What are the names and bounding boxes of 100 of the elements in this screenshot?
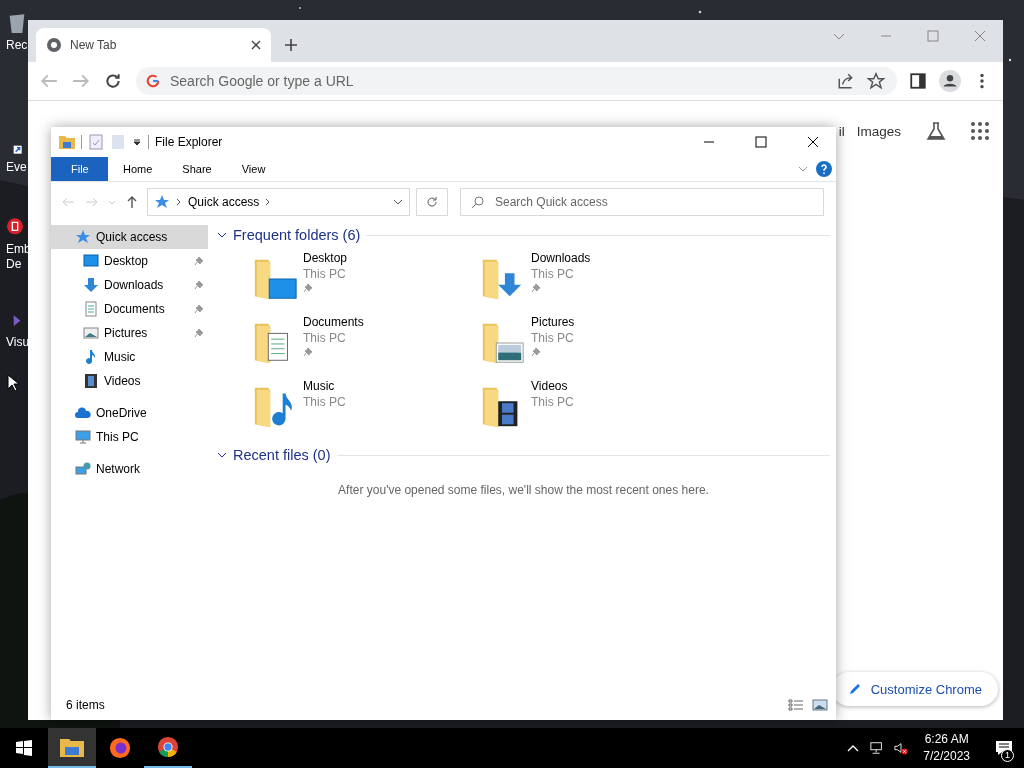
dropdown-icon[interactable] [132,137,142,147]
pin-icon [303,347,313,357]
desktop-icon-label: De [6,257,22,272]
document-icon [83,301,99,317]
nav-item[interactable]: Desktop [51,249,208,273]
ribbon-tab[interactable]: View [226,157,281,181]
header-link[interactable]: Images [856,123,901,139]
maximize-icon[interactable] [755,136,767,148]
folder-tile[interactable]: Documents This PC [251,315,479,371]
ribbon-tab[interactable]: Home [108,157,168,181]
empty-message: After you've opened some files, we'll show the most recent ones here. [337,483,710,497]
new-tab-icon[interactable] [285,39,297,51]
folder-location: This PC [531,395,574,410]
folder-name: Downloads [531,251,591,266]
folder-icon [60,736,84,758]
pin-icon [531,283,541,293]
picture-icon [83,325,99,341]
film-icon [83,373,99,389]
folder-location: This PC [303,267,347,282]
window-title: File Explorer [155,135,223,149]
nav-item[interactable]: Network [51,457,208,481]
clock-time: 6:26 AM [924,731,969,748]
monitor-icon [83,253,99,269]
cursor-icon [7,374,19,392]
pin-icon [194,304,204,314]
star-icon[interactable] [865,70,887,92]
ribbon-tab[interactable]: File [51,157,108,181]
item-count: 6 items [66,698,105,712]
nav-item[interactable]: This PC [51,425,208,449]
pin-icon [303,283,313,293]
pencil-icon [847,682,862,696]
notification-badge: 1 [1001,749,1014,762]
nav-item[interactable]: Documents [51,297,208,321]
breadcrumb[interactable]: Quick access [188,195,260,209]
clock[interactable]: 6:26 AM 7/2/2023 [913,731,984,765]
folder-tile[interactable]: Pictures This PC [479,315,707,371]
address-field[interactable]: Quick access [147,188,410,216]
flask-icon[interactable] [926,121,946,141]
section-heading[interactable]: Recent files (0) [233,447,331,463]
details-view-icon[interactable] [788,699,804,711]
close-icon[interactable] [807,136,819,148]
cloud-icon [75,405,91,421]
folder-name: Pictures [531,315,575,330]
chevron-right-icon [176,197,182,207]
folder-location: This PC [531,331,575,346]
chrome-logo-icon [156,736,180,758]
computer-icon [75,429,91,445]
nav-item[interactable]: Downloads [51,273,208,297]
pin-icon [194,256,204,266]
folder-location: This PC [303,395,346,410]
chevron-down-icon[interactable] [393,197,403,207]
side-panel-icon[interactable] [907,70,929,92]
chevron-down-icon[interactable] [217,450,227,460]
help-icon[interactable] [816,161,832,177]
nav-item[interactable]: Music [51,345,208,369]
folder-tile[interactable]: Videos This PC [479,379,707,435]
google-logo-icon [146,74,160,88]
pin-icon [531,347,541,357]
search-icon [471,195,485,209]
pin-icon [194,280,204,290]
chevron-down-icon[interactable] [217,230,227,240]
section-heading[interactable]: Frequent folders (6) [233,227,361,243]
pin-icon [194,328,204,338]
apps-grid-icon[interactable] [970,121,990,141]
tiles-view-icon[interactable] [812,699,828,711]
down-arrow-icon [83,277,99,293]
chevron-right-icon [265,197,272,207]
nav-item[interactable]: OneDrive [51,401,208,425]
search-box[interactable]: Search Quick access [460,188,824,216]
folder-icon [59,134,75,150]
nav-item[interactable]: Quick access [51,225,208,249]
volume-muted-icon[interactable] [894,741,909,755]
star-icon [154,194,170,210]
network-icon[interactable] [870,741,885,755]
header-link[interactable]: il [838,123,845,139]
ribbon-tab[interactable]: Share [167,157,227,181]
address-bar[interactable]: Search Google or type a URL [136,67,897,95]
firefox-logo-icon [108,737,132,759]
folder-tile[interactable]: Downloads This PC [479,251,707,307]
close-icon[interactable] [251,40,261,50]
taskbar-button[interactable] [48,728,96,768]
tab-title: New Tab [70,38,118,52]
avatar-icon[interactable] [939,70,961,92]
folder-name: Documents [303,315,364,330]
desktop-icon-label: Rec [6,38,28,53]
address-input[interactable]: Search Google or type a URL [168,72,827,90]
nav-item[interactable]: Videos [51,369,208,393]
desktop-icon-label: Visu [6,335,30,350]
desktop-icon-label: Eve [6,160,27,175]
folder-name: Music [303,379,336,394]
folder-location: This PC [303,331,347,346]
nav-item[interactable]: Pictures [51,321,208,345]
browser-tab[interactable]: New Tab [36,28,271,62]
folder-location: This PC [531,267,575,282]
folder-tile[interactable]: Music This PC [251,379,479,435]
folder-name: Desktop [303,251,348,266]
chrome-logo-icon [46,37,62,53]
recycle-bin-icon[interactable] [7,13,27,33]
folder-tile[interactable]: Desktop This PC [251,251,479,307]
star-icon [75,229,91,245]
